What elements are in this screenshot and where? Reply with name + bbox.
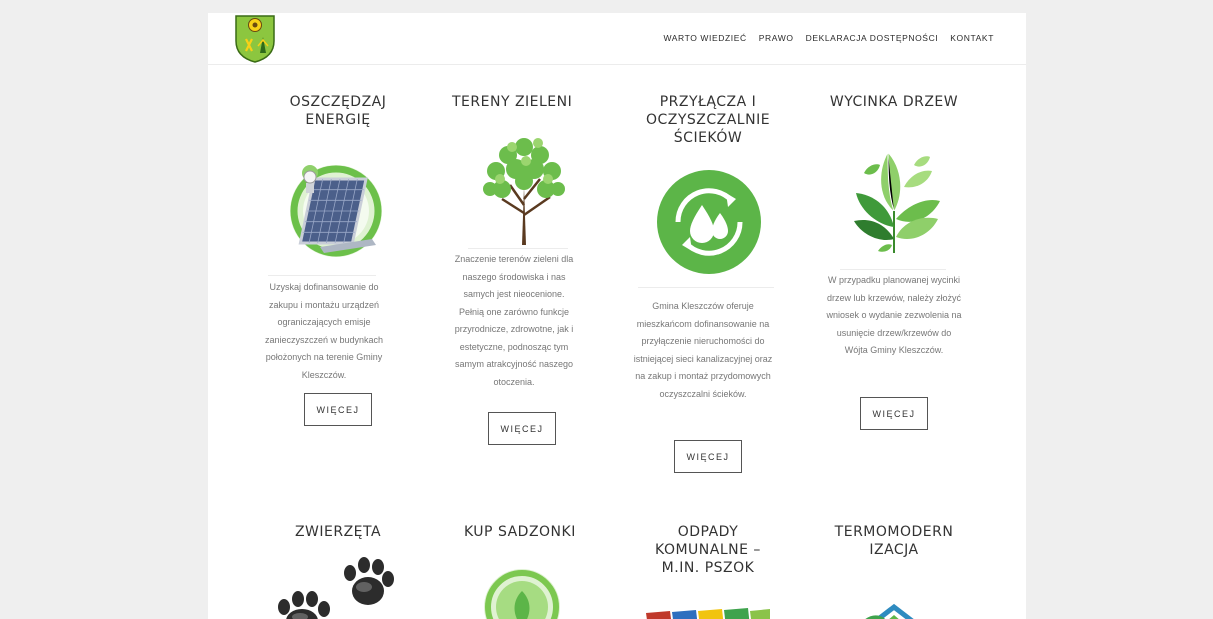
card-termomodernizacja: TERMOMODERN IZACJA (824, 523, 964, 619)
more-button[interactable]: WIĘCEJ (674, 440, 742, 473)
house-icon[interactable] (864, 603, 924, 619)
card-przylacza-i-oczyszczalnie: PRZYŁĄCZA I OCZYSZCZALNIE ŚCIEKÓW Gmina … (634, 93, 778, 473)
seedling-icon[interactable] (482, 567, 562, 619)
nav-item-kontakt[interactable]: KONTAKT (950, 33, 994, 43)
card-odpady-komunalne: ODPADY KOMUNALNE – M.IN. PSZOK (638, 523, 778, 619)
card-zwierzeta: ZWIERZĘTA (268, 523, 408, 619)
nav-item-prawo[interactable]: PRAWO (759, 33, 794, 43)
card-title[interactable]: ZWIERZĘTA (268, 523, 408, 541)
card-description: Znaczenie terenów zieleni dla naszego śr… (454, 254, 574, 387)
card-tereny-zieleni: TERENY ZIELENI Znaczenie terenów zieleni… (452, 93, 592, 445)
recycling-bins-icon[interactable] (644, 607, 772, 619)
card-description: W przypadku planowanej wycinki drzew lub… (826, 275, 962, 355)
nav-item-warto-wiedziec[interactable]: WARTO WIEDZIEĆ (663, 33, 746, 43)
solar-panel-icon[interactable] (286, 153, 386, 265)
more-button[interactable]: WIĘCEJ (860, 397, 928, 430)
paw-prints-icon[interactable] (272, 557, 402, 619)
more-button[interactable]: WIĘCEJ (488, 412, 556, 445)
main-navigation: WARTO WIEDZIEĆ PRAWO DEKLARACJA DOSTĘPNO… (663, 33, 994, 43)
card-title[interactable]: KUP SADZONKI (452, 523, 592, 541)
nav-item-deklaracja-dostepnosci[interactable]: DEKLARACJA DOSTĘPNOŚCI (806, 33, 939, 43)
card-divider (638, 287, 774, 288)
leaves-icon[interactable] (848, 149, 944, 259)
municipality-coat-of-arms-logo[interactable] (232, 13, 278, 65)
card-divider (268, 275, 376, 276)
water-recycle-icon[interactable] (656, 169, 762, 275)
card-kup-sadzonki: KUP SADZONKI (452, 523, 592, 619)
card-divider (468, 248, 568, 249)
card-title[interactable]: ODPADY KOMUNALNE – M.IN. PSZOK (638, 523, 778, 577)
more-button[interactable]: WIĘCEJ (304, 393, 372, 426)
page-content: WARTO WIEDZIEĆ PRAWO DEKLARACJA DOSTĘPNO… (208, 13, 1026, 619)
card-title[interactable]: TERMOMODERN IZACJA (824, 523, 964, 559)
card-divider (840, 269, 946, 270)
card-title[interactable]: OSZCZĘDZAJ ENERGIĘ (268, 93, 408, 129)
tree-icon[interactable] (480, 133, 568, 245)
card-description: Uzyskaj dofinansowanie do zakupu i monta… (264, 282, 384, 380)
card-oszczedzaj-energie: OSZCZĘDZAJ ENERGIĘ Uzyskaj dofinansowani… (265, 93, 408, 426)
card-title[interactable]: PRZYŁĄCZA I OCZYSZCZALNIE ŚCIEKÓW (638, 93, 778, 147)
site-header: WARTO WIEDZIEĆ PRAWO DEKLARACJA DOSTĘPNO… (208, 13, 1026, 65)
card-title[interactable]: WYCINKA DRZEW (824, 93, 964, 111)
card-title[interactable]: TERENY ZIELENI (452, 93, 592, 111)
card-description: Gmina Kleszczów oferuje mieszkańcom dofi… (633, 301, 773, 399)
card-wycinka-drzew: WYCINKA DRZEW W przypadku planowanej wyc… (824, 93, 964, 430)
